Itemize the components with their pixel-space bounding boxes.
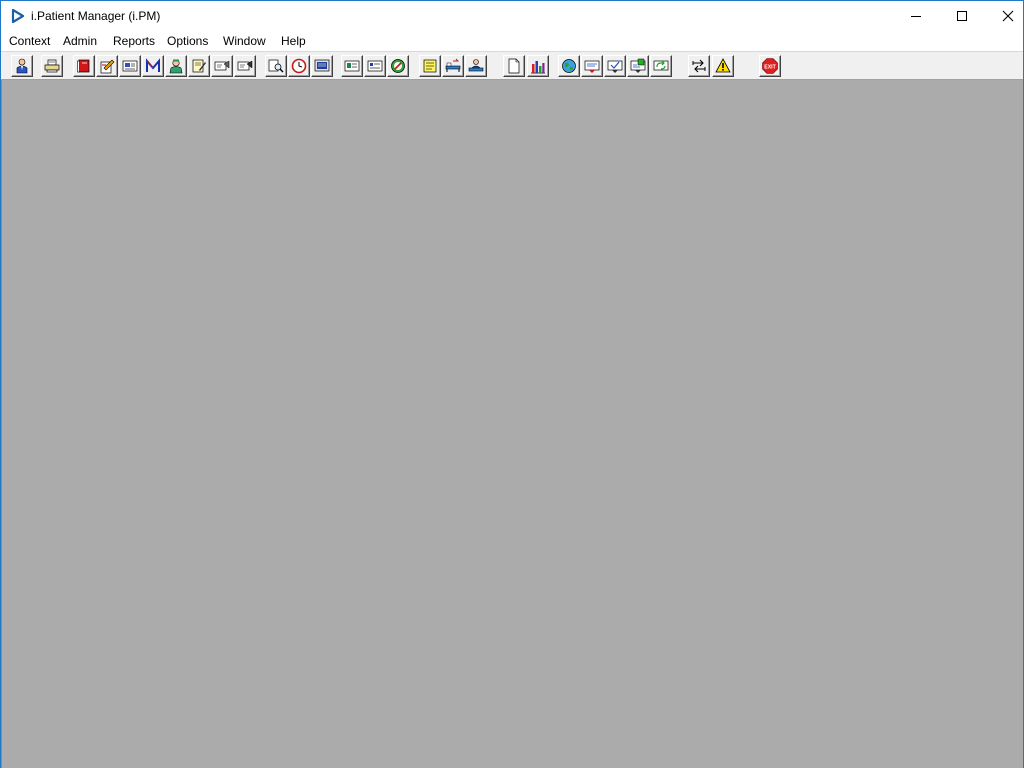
minimize-icon [911, 16, 921, 17]
referral-card-icon [214, 60, 230, 71]
patient-person-icon [16, 58, 28, 74]
menu-context[interactable]: Context [9, 34, 50, 48]
m-button[interactable] [142, 55, 164, 77]
clock-icon [291, 58, 307, 74]
note-button[interactable] [419, 55, 441, 77]
menu-reports[interactable]: Reports [113, 34, 155, 48]
exit-label: EXIT [764, 64, 776, 70]
notepad-icon [192, 59, 206, 73]
search-document-button[interactable] [265, 55, 287, 77]
window-title: i.Patient Manager (i.PM) [31, 9, 161, 23]
patient-button[interactable] [11, 55, 33, 77]
maximize-icon [957, 11, 967, 21]
message-in-button[interactable] [581, 55, 603, 77]
globe-button[interactable] [558, 55, 580, 77]
menu-help[interactable]: Help [281, 34, 306, 48]
blank-page-icon [508, 58, 520, 74]
card-list-button[interactable] [364, 55, 386, 77]
id-card-button[interactable] [341, 55, 363, 77]
id-card-icon [344, 60, 360, 72]
edit-document-icon [100, 59, 115, 74]
swap-button[interactable] [688, 55, 710, 77]
red-book-icon [77, 59, 90, 73]
edit-document-button[interactable] [96, 55, 118, 77]
message-check-icon [607, 60, 623, 73]
search-document-icon [268, 59, 284, 73]
m-letter-icon [146, 58, 160, 72]
close-button[interactable] [985, 1, 1024, 31]
menu-admin[interactable]: Admin [63, 34, 97, 48]
close-icon [1002, 10, 1014, 22]
referral-card-alt-icon [237, 60, 253, 71]
card-list-icon [367, 60, 383, 72]
toolbar: EXIT [1, 51, 1023, 80]
menu-options[interactable]: Options [167, 34, 208, 48]
doctor-button[interactable] [165, 55, 187, 77]
referral-alt-button[interactable] [234, 55, 256, 77]
title-bar[interactable]: i.Patient Manager (i.PM) [1, 1, 1023, 31]
monitor-list-icon [314, 59, 330, 72]
book-button[interactable] [73, 55, 95, 77]
exit-button[interactable]: EXIT [759, 55, 781, 77]
bar-chart-button[interactable] [527, 55, 549, 77]
referral-button[interactable] [211, 55, 233, 77]
person-bed-icon [468, 59, 484, 72]
play-triangle-icon [11, 8, 25, 24]
message-refresh-button[interactable] [650, 55, 672, 77]
bed-transfer-icon [445, 58, 461, 72]
message-in-icon [584, 60, 600, 73]
form-view-button[interactable] [119, 55, 141, 77]
doctor-icon [169, 59, 183, 74]
exit-stop-icon: EXIT [762, 58, 778, 74]
message-green-button[interactable] [627, 55, 649, 77]
maximize-button[interactable] [939, 1, 985, 31]
mdi-workspace[interactable] [1, 80, 1023, 768]
warning-button[interactable] [712, 55, 734, 77]
minimize-button[interactable] [893, 1, 939, 31]
no-entry-icon [391, 59, 405, 73]
menu-bar: Context Admin Reports Options Window Hel… [1, 31, 1023, 51]
globe-icon [562, 59, 576, 73]
app-window: i.Patient Manager (i.PM) Context Admin R… [0, 0, 1024, 768]
message-check-button[interactable] [604, 55, 626, 77]
menu-window[interactable]: Window [223, 34, 266, 48]
bar-chart-icon [531, 61, 545, 74]
blank-page-button[interactable] [503, 55, 525, 77]
print-button[interactable] [41, 55, 63, 77]
warning-icon [715, 58, 731, 73]
clock-button[interactable] [288, 55, 310, 77]
message-green-icon [630, 58, 646, 73]
notepad-button[interactable] [188, 55, 210, 77]
yellow-note-icon [423, 59, 437, 73]
bed-transfer-button[interactable] [442, 55, 464, 77]
no-entry-button[interactable] [387, 55, 409, 77]
form-view-icon [122, 60, 138, 72]
monitor-list-button[interactable] [311, 55, 333, 77]
swap-arrows-icon [692, 59, 706, 73]
printer-icon [44, 59, 60, 73]
person-bed-button[interactable] [465, 55, 487, 77]
message-refresh-icon [653, 60, 669, 71]
